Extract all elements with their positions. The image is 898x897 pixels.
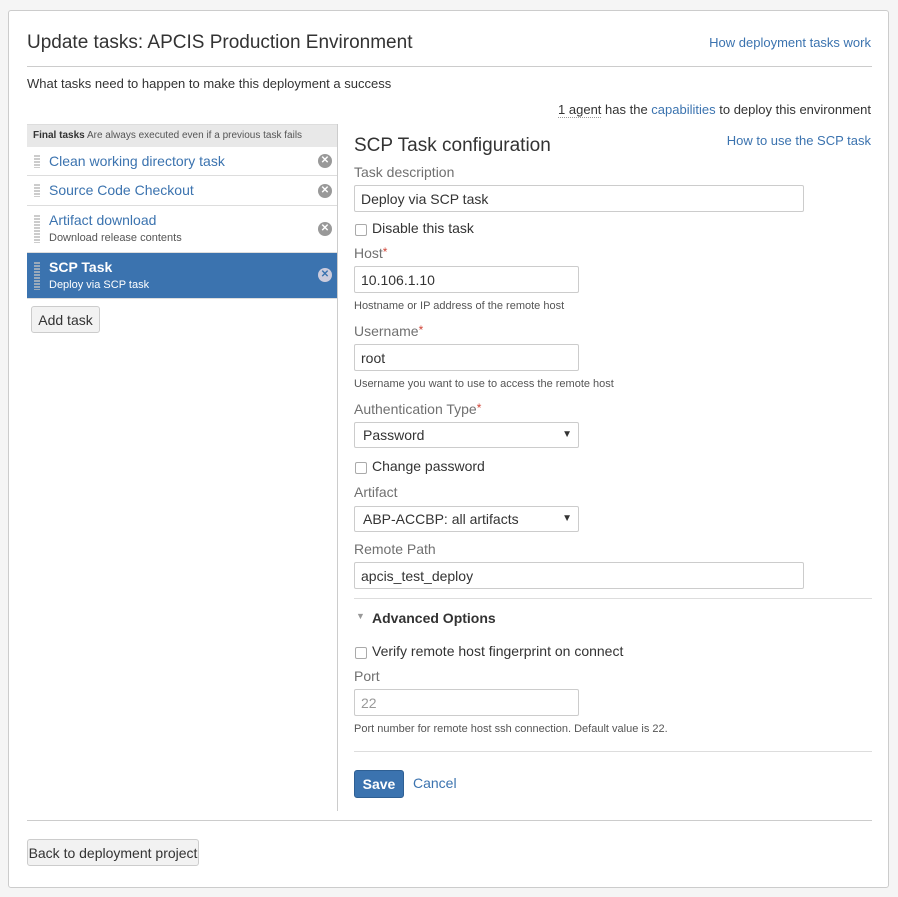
agent-capabilities-text: 1 agent has the capabilities to deploy t… [558, 102, 871, 118]
required-mark: * [476, 401, 482, 415]
drag-handle-icon[interactable] [34, 262, 40, 290]
footer-divider [27, 820, 872, 821]
back-to-deployment-project-button[interactable]: Back to deployment project [27, 839, 199, 866]
task-title[interactable]: Source Code Checkout [49, 182, 194, 198]
form-footer-divider [354, 751, 872, 752]
artifact-value: ABP-ACCBP: all artifacts [363, 511, 519, 527]
task-title[interactable]: Clean working directory task [49, 153, 225, 169]
required-mark: * [418, 323, 424, 337]
how-to-use-scp-link[interactable]: How to use the SCP task [727, 133, 871, 148]
drag-handle-icon[interactable] [34, 155, 40, 168]
artifact-select[interactable]: ABP-ACCBP: all artifacts ▼ [354, 506, 579, 532]
host-description: Hostname or IP address of the remote hos… [354, 300, 565, 312]
username-label: Username* [354, 323, 423, 339]
task-item-artifact-download[interactable]: Artifact download Download release conte… [27, 206, 337, 253]
disable-task-label[interactable]: Disable this task [372, 220, 474, 236]
final-tasks-desc: Are always executed even if a previous t… [86, 130, 303, 141]
how-deployment-tasks-work-link[interactable]: How deployment tasks work [709, 35, 871, 50]
delete-task-icon[interactable]: ✕ [318, 154, 332, 168]
drag-handle-icon[interactable] [34, 215, 40, 243]
required-mark: * [382, 245, 388, 259]
task-title[interactable]: Artifact download [49, 212, 156, 228]
change-password-checkbox[interactable] [355, 462, 367, 474]
auth-type-label: Authentication Type* [354, 401, 481, 417]
page-subtitle: What tasks need to happen to make this d… [27, 76, 392, 91]
port-input[interactable] [354, 689, 579, 716]
username-description: Username you want to use to access the r… [354, 378, 614, 390]
delete-task-icon[interactable]: ✕ [318, 268, 332, 282]
remote-path-input[interactable] [354, 562, 804, 589]
final-tasks-header: Final tasks Are always executed even if … [27, 124, 337, 147]
final-tasks-title: Final tasks [33, 130, 85, 141]
port-label: Port [354, 668, 380, 684]
host-label-text: Host [354, 245, 383, 261]
verify-fingerprint-label[interactable]: Verify remote host fingerprint on connec… [372, 643, 623, 659]
task-sidebar: Final tasks Are always executed even if … [27, 124, 337, 333]
task-subtitle: Deploy via SCP task [49, 279, 150, 291]
cancel-link[interactable]: Cancel [413, 775, 457, 791]
config-heading: SCP Task configuration [354, 135, 551, 156]
drag-handle-icon[interactable] [34, 184, 40, 197]
task-item-scp-task[interactable]: SCP Task Deploy via SCP task ✕ [27, 253, 337, 299]
main-panel: Update tasks: APCIS Production Environme… [8, 10, 889, 888]
auth-type-value: Password [363, 427, 425, 443]
auth-type-select[interactable]: Password ▼ [354, 422, 579, 448]
agent-count[interactable]: 1 agent [558, 102, 602, 118]
host-input[interactable] [354, 266, 579, 293]
capabilities-link[interactable]: capabilities [651, 102, 715, 117]
agent-mid-text: has the [601, 102, 652, 117]
artifact-label: Artifact [354, 484, 398, 500]
delete-task-icon[interactable]: ✕ [318, 184, 332, 198]
delete-task-icon[interactable]: ✕ [318, 222, 332, 236]
add-task-button[interactable]: Add task [31, 306, 100, 333]
task-description-input[interactable] [354, 185, 804, 212]
save-button[interactable]: Save [354, 770, 404, 798]
page-title: Update tasks: APCIS Production Environme… [27, 32, 413, 53]
chevron-down-icon: ▼ [562, 513, 572, 524]
agent-suffix-text: to deploy this environment [715, 102, 871, 117]
task-description-label: Task description [354, 164, 455, 180]
remote-path-label: Remote Path [354, 541, 436, 557]
disable-task-checkbox[interactable] [355, 224, 367, 236]
username-label-text: Username [354, 323, 419, 339]
host-label: Host* [354, 245, 387, 261]
task-item-clean-working-directory[interactable]: Clean working directory task ✕ [27, 147, 337, 176]
header-divider [27, 66, 872, 67]
verify-fingerprint-checkbox[interactable] [355, 647, 367, 659]
change-password-label[interactable]: Change password [372, 458, 485, 474]
sidebar-divider [337, 124, 338, 811]
username-input[interactable] [354, 344, 579, 371]
chevron-down-icon: ▼ [562, 429, 572, 440]
task-title[interactable]: SCP Task [49, 259, 112, 275]
task-item-source-code-checkout[interactable]: Source Code Checkout ✕ [27, 176, 337, 206]
advanced-options-toggle[interactable]: Advanced Options [372, 610, 496, 626]
advanced-divider [354, 598, 872, 599]
expand-triangle-icon[interactable]: ▼ [356, 611, 365, 621]
task-subtitle: Download release contents [49, 232, 182, 244]
port-description: Port number for remote host ssh connecti… [354, 723, 668, 735]
auth-type-label-text: Authentication Type [354, 401, 477, 417]
